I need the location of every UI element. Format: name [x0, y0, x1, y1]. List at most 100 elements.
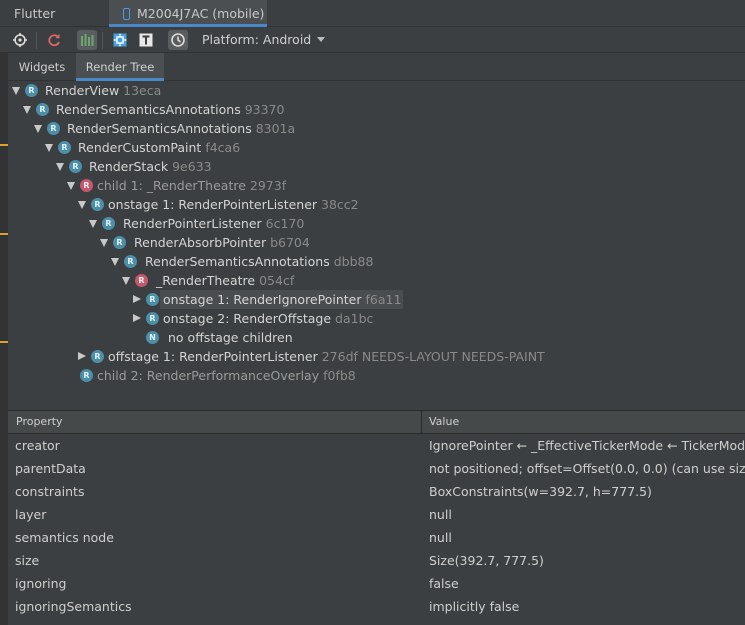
node-name: onstage 1: RenderPointerListener	[108, 197, 318, 212]
expand-toggle-icon[interactable]	[12, 87, 20, 95]
node-name: child 2: RenderPerformanceOverlay	[97, 368, 320, 383]
property-key: size	[15, 553, 40, 568]
performance-overlay-icon[interactable]	[77, 30, 97, 50]
table-row[interactable]: layer null	[8, 503, 745, 526]
tree-node[interactable]: R RenderPointerListener 6c170	[8, 214, 708, 233]
text-baseline-icon[interactable]	[136, 30, 156, 50]
expand-toggle-icon[interactable]	[122, 277, 130, 285]
tree-node-selected[interactable]: R onstage 1: RenderIgnorePointer f6a11	[8, 290, 708, 309]
node-id: f6a11	[365, 292, 402, 307]
tool-window-tabs: Flutter Inspector M2004J7AC (mobile)	[0, 0, 745, 48]
tree-node[interactable]: R child 2: RenderPerformanceOverlay f0fb…	[8, 366, 708, 385]
render-object-icon: R	[91, 350, 104, 363]
render-object-icon: R	[36, 103, 49, 116]
node-name: RenderPointerListener	[123, 216, 262, 231]
expand-toggle-icon[interactable]	[133, 295, 141, 303]
node-name: offstage 1: RenderPointerListener	[108, 349, 318, 364]
render-object-icon: R	[69, 160, 82, 173]
tree-node[interactable]: R RenderAbsorbPointer b6704	[8, 233, 708, 252]
render-object-icon: R	[47, 122, 60, 135]
table-row[interactable]: constraints BoxConstraints(w=392.7, h=777…	[8, 480, 745, 503]
column-header-property[interactable]: Property	[16, 411, 63, 433]
expand-toggle-icon[interactable]	[100, 239, 108, 247]
tab-label: M2004J7AC (mobile)	[137, 6, 265, 21]
table-row[interactable]: size Size(392.7, 777.5)	[8, 549, 745, 572]
tab-label: Widgets	[18, 60, 66, 74]
phone-icon	[123, 8, 130, 20]
render-object-icon: R	[58, 141, 71, 154]
expand-toggle-icon[interactable]	[133, 314, 141, 322]
tree-node[interactable]: R RenderView 13eca	[8, 81, 708, 100]
render-object-icon: R	[91, 198, 104, 211]
node-id: 054cf	[259, 273, 295, 288]
debug-paint-icon[interactable]	[110, 30, 130, 50]
select-widget-mode-icon[interactable]	[10, 30, 30, 50]
property-value: not positioned; offset=Offset(0.0, 0.0) …	[429, 461, 745, 476]
property-key: ignoring	[15, 576, 67, 591]
node-id: f0fb8	[323, 368, 356, 383]
table-row[interactable]: semantics node null	[8, 526, 745, 549]
expand-toggle-icon[interactable]	[34, 125, 42, 133]
tree-node[interactable]: R RenderSemanticsAnnotations dbb88	[8, 252, 708, 271]
toolbar-separator	[102, 32, 103, 49]
table-row[interactable]: creator IgnorePointer ← _EffectiveTickerM…	[8, 434, 745, 457]
expand-toggle-icon[interactable]	[78, 352, 86, 360]
tab-render-tree[interactable]: Render Tree	[76, 53, 164, 81]
expand-toggle-icon[interactable]	[89, 220, 97, 228]
tab-flutter-inspector[interactable]: Flutter Inspector	[0, 0, 109, 48]
property-key: semantics node	[15, 530, 114, 545]
table-row[interactable]: parentData not positioned; offset=Offset(…	[8, 457, 745, 480]
tree-node[interactable]: R onstage 1: RenderPointerListener 38cc2	[8, 195, 708, 214]
node-name: _RenderTheatre	[156, 273, 256, 288]
table-row[interactable]: ignoring false	[8, 572, 745, 595]
expand-toggle-icon[interactable]	[56, 163, 64, 171]
node-id: 13eca	[123, 83, 162, 98]
node-name: RenderSemanticsAnnotations	[67, 121, 252, 136]
render-object-icon: R	[25, 84, 38, 97]
tree-node[interactable]: R child 1: _RenderTheatre 2973f	[8, 176, 708, 195]
tree-node[interactable]: N no offstage children	[8, 328, 708, 347]
node-name: onstage 2: RenderOffstage	[163, 311, 332, 326]
expand-toggle-icon[interactable]	[45, 144, 53, 152]
property-value: IgnorePointer ← _EffectiveTickerMode ← T…	[429, 438, 745, 453]
tree-node[interactable]: R _RenderTheatre 054cf	[8, 271, 708, 290]
editor-gutter	[0, 0, 8, 625]
tree-node[interactable]: R RenderStack 9e633	[8, 157, 708, 176]
property-key: creator	[15, 438, 60, 453]
slow-animations-icon[interactable]	[168, 30, 188, 50]
expand-toggle-icon[interactable]	[78, 201, 86, 209]
node-id: 9e633	[172, 159, 212, 174]
node-name: RenderCustomPaint	[78, 140, 202, 155]
table-row[interactable]: ignoringSemantics implicitly false	[8, 595, 745, 618]
inspector-toolbar: Platform: Android	[0, 27, 745, 53]
chevron-down-icon	[317, 37, 326, 42]
node-id: b6704	[270, 235, 310, 250]
refresh-icon[interactable]	[44, 30, 64, 50]
expand-toggle-icon[interactable]	[111, 258, 119, 266]
property-key: layer	[15, 507, 47, 522]
inspector-subtabs: Widgets Render Tree	[8, 53, 745, 81]
node-info-icon: N	[146, 331, 159, 344]
property-key: parentData	[15, 461, 86, 476]
node-name: RenderSemanticsAnnotations	[145, 254, 330, 269]
tree-node[interactable]: R RenderCustomPaint f4ca6	[8, 138, 708, 157]
tab-widgets[interactable]: Widgets	[8, 53, 76, 81]
tree-node[interactable]: R RenderSemanticsAnnotations 8301a	[8, 119, 708, 138]
tree-node[interactable]: R onstage 2: RenderOffstage da1bc	[8, 309, 708, 328]
platform-label: Platform: Android	[202, 32, 312, 47]
node-name: no offstage children	[168, 330, 293, 345]
render-object-icon: R	[135, 274, 148, 287]
node-id: f4ca6	[205, 140, 241, 155]
node-name: onstage 1: RenderIgnorePointer	[163, 292, 362, 307]
expand-toggle-icon[interactable]	[67, 182, 75, 190]
tree-node[interactable]: R RenderSemanticsAnnotations 93370	[8, 100, 708, 119]
render-object-icon: R	[113, 236, 126, 249]
column-header-value[interactable]: Value	[429, 411, 459, 433]
node-id: 93370	[244, 102, 285, 117]
tree-node[interactable]: R offstage 1: RenderPointerListener 276d…	[8, 347, 708, 366]
platform-dropdown[interactable]: Platform: Android	[202, 27, 326, 53]
expand-toggle-icon[interactable]	[23, 106, 31, 114]
node-id: 8301a	[255, 121, 296, 136]
tab-device[interactable]: M2004J7AC (mobile)	[109, 0, 267, 27]
column-divider[interactable]	[421, 411, 422, 433]
